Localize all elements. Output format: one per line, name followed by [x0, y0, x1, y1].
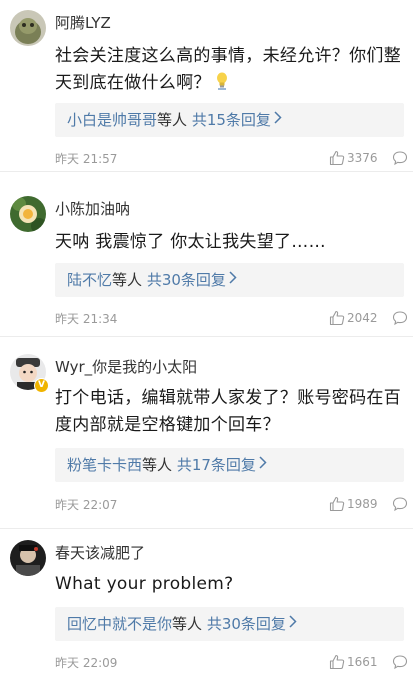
reply-count-link[interactable]: 共30条回复 [147, 271, 226, 289]
reply-user-link[interactable]: 小白是帅哥哥 [67, 111, 157, 129]
reply-user-link[interactable]: 回忆中就不是你 [67, 615, 172, 633]
reply-summary[interactable]: 回忆中就不是你等人 共30条回复 [55, 607, 404, 641]
comment-username[interactable]: 春天该减肥了 [55, 544, 145, 562]
comment-time: 昨天 22:07 [55, 498, 118, 512]
chevron-right-icon [274, 102, 282, 136]
comment-text: 天呐 我震惊了 你太让我失望了…… [55, 232, 326, 252]
reply-summary[interactable]: 陆不忆等人 共30条回复 [55, 263, 404, 297]
comment-text: 社会关注度这么高的事情，未经允许？你们整天到底在做什么啊？ [55, 43, 405, 97]
like-count: 1661 [347, 655, 378, 669]
reply-mid-text: 等人 [172, 615, 203, 633]
chevron-right-icon [289, 606, 297, 640]
reply-user-link[interactable]: 粉笔卡卡西 [67, 456, 142, 474]
comment-bubble-icon[interactable] [392, 496, 408, 512]
thumbs-up-icon [329, 150, 345, 166]
chevron-right-icon [259, 447, 267, 481]
comment-bubble-icon[interactable] [392, 654, 408, 670]
avatar[interactable] [10, 540, 46, 576]
comment-text: What your problem? [55, 574, 234, 594]
like-count: 2042 [347, 311, 378, 325]
avatar[interactable] [10, 196, 46, 232]
reply-count-link[interactable]: 共17条回复 [177, 456, 256, 474]
reply-count-link[interactable]: 共15条回复 [192, 111, 271, 129]
comment-time: 昨天 21:57 [55, 152, 118, 166]
reply-summary[interactable]: 小白是帅哥哥等人 共15条回复 [55, 103, 404, 137]
reply-count-link[interactable]: 共30条回复 [207, 615, 286, 633]
comment-item: 阿腾LYZ 社会关注度这么高的事情，未经允许？你们整天到底在做什么啊？ 小白是帅… [0, 0, 413, 172]
comment-item: 春天该减肥了 What your problem? 回忆中就不是你等人 共30条… [0, 529, 413, 675]
reply-mid-text: 等人 [157, 111, 188, 129]
thumbs-up-icon [329, 310, 345, 326]
chevron-right-icon [229, 262, 237, 296]
comment-time: 昨天 22:09 [55, 656, 118, 670]
thumbs-up-icon [329, 654, 345, 670]
bulb-emoji-icon [215, 72, 229, 90]
comment-item: 小陈加油呐 天呐 我震惊了 你太让我失望了…… 陆不忆等人 共30条回复 昨天 … [0, 172, 413, 337]
reply-mid-text: 等人 [112, 271, 143, 289]
reply-summary[interactable]: 粉笔卡卡西等人 共17条回复 [55, 448, 404, 482]
comment-item: V Wyr_你是我的小太阳 打个电话，编辑就带人家发了？账号密码在百度内部就是空… [0, 337, 413, 529]
comment-username[interactable]: Wyr_你是我的小太阳 [55, 358, 197, 376]
comment-bubble-icon[interactable] [392, 150, 408, 166]
reply-user-link[interactable]: 陆不忆 [67, 271, 112, 289]
thumbs-up-icon [329, 496, 345, 512]
like-count: 3376 [347, 151, 378, 165]
comment-text: 打个电话，编辑就带人家发了？账号密码在百度内部就是空格键加个回车？ [55, 388, 401, 435]
comment-username[interactable]: 小陈加油呐 [55, 200, 130, 218]
comment-username[interactable]: 阿腾LYZ [55, 14, 111, 32]
verified-badge-icon: V [34, 378, 49, 393]
like-count: 1989 [347, 497, 378, 511]
comment-time: 昨天 21:34 [55, 312, 118, 326]
comment-bubble-icon[interactable] [392, 310, 408, 326]
reply-mid-text: 等人 [142, 456, 173, 474]
avatar[interactable] [10, 10, 46, 46]
